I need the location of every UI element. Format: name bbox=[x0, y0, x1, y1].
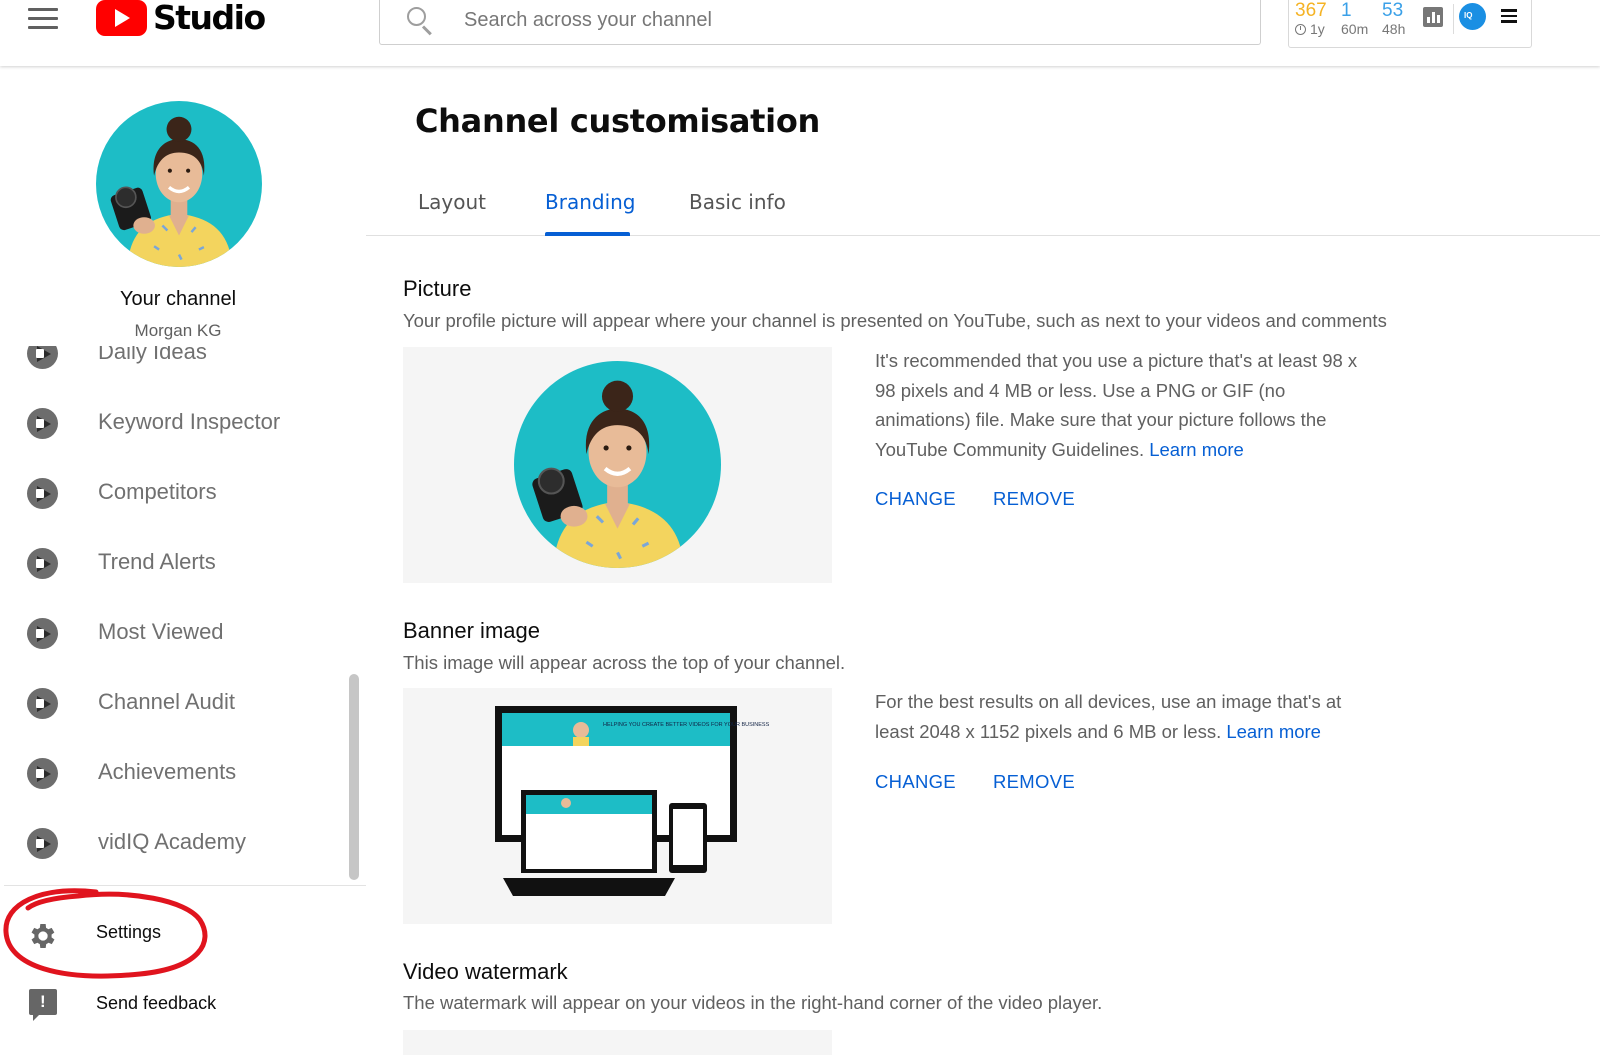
sidebar-scrollbar[interactable] bbox=[349, 674, 359, 880]
vidiq-play-icon bbox=[27, 618, 58, 649]
banner-text: HELPING YOU CREATE BETTER VIDEOS FOR YOU… bbox=[603, 722, 770, 728]
vidiq-play-icon bbox=[27, 688, 58, 719]
sidebar: Your channel Morgan KG Daily Ideas Keywo… bbox=[0, 66, 366, 1055]
tab-branding[interactable]: Branding bbox=[545, 190, 636, 214]
picture-change-button[interactable]: CHANGE bbox=[875, 488, 956, 510]
picture-section-title: Picture bbox=[403, 276, 472, 301]
vidiq-stats-widget: 367 1y 1 60m 53 48h bbox=[1288, 0, 1532, 48]
your-channel-label[interactable]: Your channel bbox=[0, 288, 356, 311]
vidiq-play-icon bbox=[27, 758, 58, 789]
banner-section-description: This image will appear across the top of… bbox=[403, 652, 846, 673]
active-tab-indicator bbox=[545, 232, 630, 236]
divider bbox=[1453, 4, 1454, 34]
banner-info-text: For the best results on all devices, use… bbox=[875, 691, 1342, 742]
sidebar-nav: Daily Ideas Keyword Inspector Competitor… bbox=[0, 346, 350, 884]
channel-avatar[interactable] bbox=[96, 101, 262, 267]
banner-remove-button[interactable]: REMOVE bbox=[993, 771, 1075, 793]
main-content: Channel customisation Layout Branding Ba… bbox=[366, 66, 1600, 1055]
vidiq-play-icon bbox=[27, 408, 58, 439]
youtube-logo-icon bbox=[96, 0, 147, 36]
page-title: Channel customisation bbox=[415, 102, 820, 140]
picture-learn-more-link[interactable]: Learn more bbox=[1149, 439, 1244, 460]
sidebar-item-competitors[interactable]: Competitors bbox=[0, 464, 340, 524]
vidiq-play-icon bbox=[27, 548, 58, 579]
feedback-icon bbox=[29, 989, 57, 1021]
sidebar-item-trend-alerts[interactable]: Trend Alerts bbox=[0, 534, 340, 594]
picture-section-description: Your profile picture will appear where y… bbox=[403, 310, 1387, 331]
sidebar-item-settings[interactable]: Settings bbox=[0, 908, 340, 958]
picture-info-text: It's recommended that you use a picture … bbox=[875, 350, 1358, 460]
logo-text: Studio bbox=[153, 0, 266, 37]
profile-picture-preview bbox=[514, 361, 721, 568]
sidebar-item-send-feedback[interactable]: Send feedback bbox=[0, 979, 340, 1029]
search-bar bbox=[379, 0, 1261, 45]
picture-preview bbox=[403, 347, 832, 583]
banner-section-title: Banner image bbox=[403, 618, 540, 643]
bar-chart-icon[interactable] bbox=[1423, 7, 1443, 27]
tab-bar: Layout Branding Basic info bbox=[366, 170, 1600, 236]
sidebar-item-channel-audit[interactable]: Channel Audit bbox=[0, 674, 340, 734]
top-bar: Studio 367 1y 1 60m 53 48h bbox=[0, 0, 1600, 66]
divider bbox=[4, 885, 366, 886]
watermark-section-description: The watermark will appear on your videos… bbox=[403, 992, 1103, 1013]
picture-remove-button[interactable]: REMOVE bbox=[993, 488, 1075, 510]
clock-icon bbox=[1295, 24, 1306, 35]
youtube-studio-logo[interactable]: Studio bbox=[96, 0, 266, 37]
sidebar-item-daily-ideas[interactable]: Daily Ideas bbox=[0, 346, 340, 384]
stat-views-48h[interactable]: 53 48h bbox=[1382, 0, 1405, 37]
stat-views-1y[interactable]: 367 1y bbox=[1295, 0, 1327, 37]
search-icon[interactable] bbox=[406, 6, 434, 36]
vidiq-play-icon bbox=[27, 346, 58, 369]
vidiq-play-icon bbox=[27, 828, 58, 859]
sidebar-item-keyword-inspector[interactable]: Keyword Inspector bbox=[0, 394, 340, 454]
search-input[interactable] bbox=[464, 8, 1224, 32]
device-mockup-illustration: HELPING YOU CREATE BETTER VIDEOS FOR YOU… bbox=[495, 706, 770, 896]
watermark-preview bbox=[403, 1030, 832, 1055]
banner-learn-more-link[interactable]: Learn more bbox=[1226, 721, 1321, 742]
banner-change-button[interactable]: CHANGE bbox=[875, 771, 956, 793]
sidebar-item-vidiq-academy[interactable]: vidIQ Academy bbox=[0, 814, 340, 874]
tab-layout[interactable]: Layout bbox=[418, 190, 486, 214]
vidiq-icon[interactable] bbox=[1459, 3, 1486, 30]
watermark-section-title: Video watermark bbox=[403, 959, 568, 984]
vidiq-play-icon bbox=[27, 478, 58, 509]
banner-preview: HELPING YOU CREATE BETTER VIDEOS FOR YOU… bbox=[403, 688, 832, 924]
menu-icon[interactable] bbox=[28, 8, 58, 30]
tab-basic-info[interactable]: Basic info bbox=[689, 190, 786, 214]
sidebar-item-achievements[interactable]: Achievements bbox=[0, 744, 340, 804]
stat-views-60m[interactable]: 1 60m bbox=[1341, 0, 1368, 37]
channel-name: Morgan KG bbox=[134, 321, 222, 340]
vidiq-menu-icon[interactable] bbox=[1501, 9, 1517, 23]
gear-icon bbox=[31, 924, 55, 948]
sidebar-item-most-viewed[interactable]: Most Viewed bbox=[0, 604, 340, 664]
